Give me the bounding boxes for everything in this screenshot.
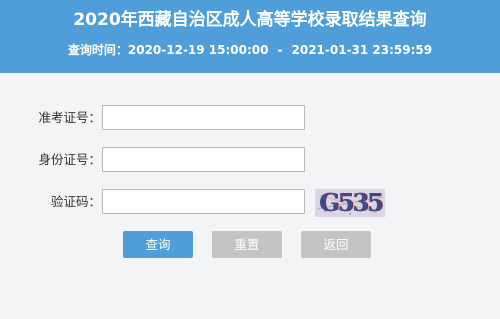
id-number-label: 身份证号： (38, 152, 101, 167)
time-separator: - (277, 43, 283, 57)
id-number-row: 身份证号： (0, 147, 500, 173)
page-header: 2020年西藏自治区成人高等学校录取结果查询 查询时间：2020-12-19 1… (0, 0, 500, 73)
captcha-image[interactable]: G535 (315, 189, 385, 217)
reset-button[interactable]: 重置 (212, 231, 282, 258)
query-time-range: 查询时间：2020-12-19 15:00:00-2021-01-31 23:5… (0, 42, 500, 58)
captcha-row: 验证码： (0, 189, 500, 215)
exam-number-row: 准考证号： (0, 105, 500, 131)
query-end-time: 2021-01-31 23:59:59 (291, 43, 433, 57)
back-button[interactable]: 返回 (301, 231, 371, 258)
exam-number-label: 准考证号： (38, 110, 101, 125)
captcha-label: 验证码： (50, 194, 101, 209)
page-title: 2020年西藏自治区成人高等学校录取结果查询 (73, 10, 427, 30)
captcha-input[interactable] (102, 189, 305, 214)
query-time-label: 查询时间： (67, 43, 128, 57)
exam-number-input[interactable] (102, 105, 305, 130)
query-button[interactable]: 查询 (123, 231, 193, 258)
captcha-code: G535 (319, 189, 384, 217)
id-number-input[interactable] (102, 147, 305, 172)
query-start-time: 2020-12-19 15:00:00 (127, 43, 269, 57)
